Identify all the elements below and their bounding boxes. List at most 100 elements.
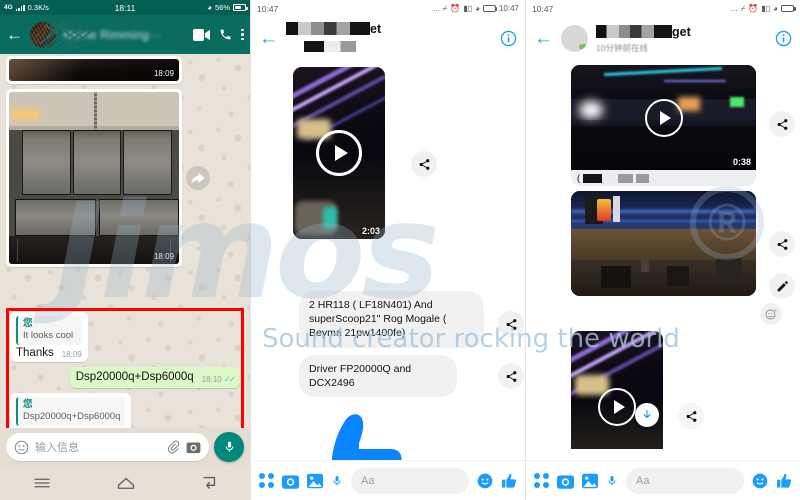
contact-name: Meine Rimming··· (63, 27, 162, 42)
video-call-icon[interactable] (193, 28, 211, 41)
quote-text: Dsp20000q+Dsp6000q (23, 411, 121, 423)
message-time: 18:10 (201, 375, 222, 385)
message-bubble-incoming[interactable]: 您 It looks cool Thanks 18:09 (10, 312, 88, 363)
battery-icon (233, 4, 248, 11)
share-icon[interactable] (498, 363, 524, 389)
messenger-right-toolbar: Aa (526, 460, 800, 500)
read-receipt-icon: ✓✓ (223, 374, 236, 385)
app-grid-icon[interactable] (534, 473, 549, 488)
contact-name-row: et (286, 20, 492, 38)
messenger-middle-toolbar: Aa (251, 460, 525, 500)
thumbs-up-icon[interactable] (501, 473, 517, 489)
emoji-smiley-icon[interactable] (477, 473, 493, 489)
message-input-field[interactable]: 输入信息 (6, 433, 209, 461)
share-icon[interactable] (769, 231, 795, 257)
add-reaction-icon[interactable]: + (760, 303, 782, 325)
media-bubble-photo-top[interactable]: 18:09 (6, 56, 182, 84)
android-home-icon[interactable] (117, 476, 135, 490)
video-club-crowd[interactable]: 2:03 (293, 67, 385, 239)
microphone-icon[interactable] (606, 473, 618, 489)
message-bubble-text[interactable]: Driver FP20000Q and DCX2496 (299, 355, 457, 398)
photo-speaker-stack[interactable] (9, 92, 179, 264)
forward-icon[interactable] (186, 166, 210, 190)
emoji-smiley-icon[interactable] (752, 473, 768, 489)
paperclip-icon[interactable] (166, 440, 180, 454)
video-concert-crowd[interactable]: 0:38 (571, 65, 756, 170)
contact-title-wrap[interactable]: Meine Rimming··· (40, 19, 186, 54)
messenger-right-body[interactable]: 0:38 (+ (526, 59, 800, 460)
status-clock-left: 10:47 (257, 3, 279, 14)
share-icon[interactable] (769, 111, 795, 137)
gallery-icon[interactable] (582, 473, 598, 489)
info-circle-icon[interactable] (775, 30, 792, 47)
messenger-status-bar: 10:47 ... ⌿ ⏰ ▮▯ ◕ 10:47 (251, 0, 525, 17)
hanging-chain (94, 92, 97, 130)
share-icon[interactable] (678, 403, 704, 429)
photo-thumbnail (571, 191, 756, 296)
share-icon[interactable] (411, 151, 437, 177)
info-circle-icon[interactable] (500, 30, 517, 47)
svg-text:+: + (774, 308, 777, 314)
play-button-icon[interactable] (644, 98, 683, 137)
back-arrow-icon[interactable]: ← (259, 29, 278, 48)
phone-call-icon[interactable] (219, 28, 232, 41)
thumbs-up-icon[interactable] (776, 473, 792, 489)
whatsapp-conversation[interactable]: 18:09 18:09 您 It looks cool Thanks 18:09… (0, 54, 250, 428)
video-duration: 2:03 (361, 226, 380, 236)
status-right-group: ... ⌿ ⏰ ▮▯ ◕ 10:47 (433, 4, 519, 14)
contact-name-suffix: get (672, 24, 691, 39)
avatar[interactable] (30, 21, 56, 48)
message-text: Dsp20000q+Dsp6000q (75, 371, 194, 384)
data-speed-label: 0.3K/s (27, 3, 49, 12)
redacted-caption-block (583, 173, 633, 183)
messenger-middle-body[interactable]: 2:03 2 HR118 ( LF18N401) And superScoop2… (251, 59, 525, 460)
download-arrow-icon[interactable] (635, 403, 659, 427)
message-meta: 18:10 ✓✓ (201, 374, 236, 385)
android-menu-icon[interactable] (33, 477, 51, 489)
video-duration: 0:38 (732, 157, 751, 167)
back-arrow-icon[interactable]: ← (534, 29, 553, 48)
redacted-subtitle-block (304, 41, 356, 53)
android-back-icon[interactable] (201, 476, 217, 490)
video-caption-bar: ( (571, 170, 756, 186)
overflow-menu-icon[interactable] (241, 28, 244, 41)
message-text: Driver FP20000Q and DCX2496 (309, 363, 412, 390)
microphone-icon[interactable] (331, 473, 343, 489)
video-club-lights[interactable] (571, 331, 663, 449)
message-bubble-outgoing[interactable]: Dsp20000q+Dsp6000q 18:10 ✓✓ (69, 367, 240, 389)
speaker-row-top (22, 129, 173, 196)
play-button-icon[interactable] (316, 130, 362, 176)
contact-title-wrap[interactable]: get 10分钟前在线 (596, 23, 767, 54)
thumbs-up-sticker[interactable] (287, 399, 407, 460)
overflow-dots-icon: ... (432, 4, 440, 13)
emoji-smiley-icon[interactable] (14, 440, 29, 455)
contact-name-suffix: et (370, 22, 382, 36)
camera-icon[interactable] (557, 473, 574, 489)
message-input-field[interactable]: Aa (626, 467, 744, 494)
photo-venue-interior[interactable] (571, 191, 756, 296)
camera-icon[interactable] (282, 473, 299, 489)
microphone-icon[interactable] (214, 432, 244, 462)
message-bubble-text[interactable]: 2 HR118 ( LF18N401) And superScoop21" Ro… (299, 291, 484, 348)
app-grid-icon[interactable] (259, 473, 274, 488)
media-bubble-speakers[interactable]: 18:09 (6, 89, 210, 267)
messenger-right-panel: 10:47 ... ⌿ ⏰ ▮▯ ◕ ← get 10分钟前在线 0:38 (… (525, 0, 800, 500)
battery-icon (781, 4, 796, 13)
pencil-icon[interactable] (769, 273, 795, 299)
share-icon[interactable] (498, 311, 524, 337)
camera-icon[interactable] (186, 440, 201, 455)
status-clock-right: 10:47 (498, 4, 519, 13)
input-placeholder: Aa (361, 474, 375, 487)
message-bubble-incoming[interactable]: 您 Dsp20000q+Dsp6000q Yes 18:10 (10, 393, 132, 428)
presence-status: 10分钟前在线 (596, 42, 648, 53)
avatar[interactable] (561, 24, 588, 52)
play-button-icon[interactable] (598, 387, 636, 426)
search-input[interactable]: 输入信息 (35, 439, 160, 455)
back-arrow-icon[interactable]: ← (6, 26, 23, 43)
battery-icon (482, 4, 498, 13)
gallery-icon[interactable] (307, 473, 323, 489)
contact-title-wrap[interactable]: et (286, 20, 492, 56)
android-nav-bar (0, 466, 250, 500)
message-input-field[interactable]: Aa (351, 467, 469, 494)
status-left-group: 4G 0.3K/s (4, 3, 49, 12)
